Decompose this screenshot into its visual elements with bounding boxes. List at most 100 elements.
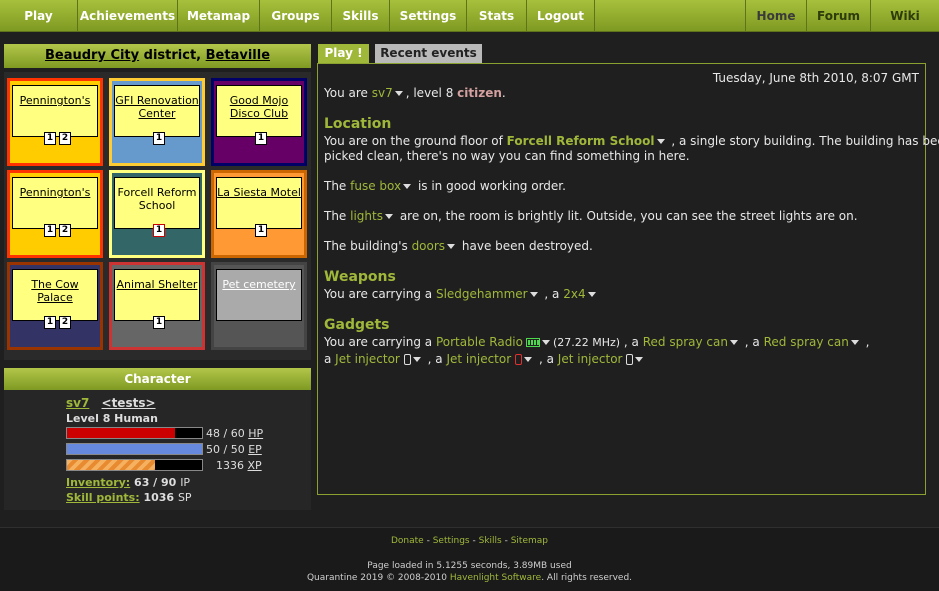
lights-link[interactable]: lights (350, 209, 383, 223)
2x4-link[interactable]: 2x4 (563, 287, 585, 301)
dropdown-caret-icon[interactable] (412, 356, 421, 362)
nav-achievements[interactable]: Achievements (78, 0, 178, 32)
dropdown-caret-icon[interactable] (850, 339, 859, 345)
footer: Donate - Settings - Skills - Sitemap Pag… (0, 527, 939, 591)
nav-stats[interactable]: Stats (467, 0, 527, 32)
nav-play[interactable]: Play (0, 0, 78, 32)
location-line-2: picked clean, there's no way you can fin… (324, 149, 690, 163)
nav-home[interactable]: Home (745, 0, 806, 32)
gadgets-title: Gadgets (324, 317, 390, 333)
footer-link-donate[interactable]: Donate (391, 536, 424, 546)
jet-injector-link-3[interactable]: Jet injector (558, 352, 623, 366)
footer-link-settings[interactable]: Settings (433, 536, 470, 546)
gadgets1-pre: You are carrying a (324, 335, 436, 349)
hp-bar-fill (67, 428, 175, 438)
xp-unit[interactable]: XP (248, 459, 262, 472)
building-name-link[interactable]: Good Mojo Disco Club (230, 94, 288, 120)
nav-forum[interactable]: Forum (806, 0, 870, 32)
map-cell[interactable]: Animal Shelter 1 (109, 262, 205, 350)
map-cell[interactable]: Pet cemetery (211, 262, 307, 350)
doors-link[interactable]: doors (412, 239, 446, 253)
district-header: Beaudry City district, Betaville (4, 44, 311, 68)
dropdown-caret-icon[interactable] (394, 90, 403, 96)
skill-points-value: 1036 (143, 491, 175, 504)
occupant-count-badge: 1 (44, 224, 56, 237)
dropdown-caret-icon[interactable] (447, 243, 456, 249)
group-tag-link[interactable]: <tests> (102, 396, 156, 410)
dropdown-caret-icon[interactable] (729, 339, 738, 345)
building-name-link[interactable]: The Cow Palace (31, 278, 78, 304)
xp-bar (66, 459, 203, 471)
doors-post: have been destroyed. (458, 239, 593, 253)
intro-pre: You are (324, 86, 372, 100)
gadgets1-sep2: , a (740, 335, 764, 349)
map-cell[interactable]: Pennington's 1 2 (7, 78, 103, 166)
building-name-link[interactable]: La Siesta Motel (217, 186, 301, 199)
occupant-count-badge: 1 (44, 316, 56, 329)
jet-injector-link-2[interactable]: Jet injector (446, 352, 511, 366)
sledgehammer-link[interactable]: Sledgehammer (436, 287, 528, 301)
dropdown-caret-icon[interactable] (656, 138, 665, 144)
spray-can-link-2[interactable]: Red spray can (764, 335, 849, 349)
xp-bar-fill (67, 460, 155, 470)
intro-line: You are sv7 , level 8 citizen. (324, 86, 506, 100)
havenlight-link[interactable]: Havenlight Software (450, 573, 541, 583)
xp-text: 1336 XP (216, 459, 262, 472)
dropdown-caret-icon[interactable] (385, 213, 393, 219)
dropdown-caret-icon[interactable] (587, 291, 596, 297)
portable-radio-link[interactable]: Portable Radio (436, 335, 523, 349)
ep-bar-fill (67, 444, 202, 454)
dropdown-caret-icon[interactable] (524, 356, 533, 362)
building-name-link[interactable]: Pet cemetery (222, 278, 295, 291)
building-box: Pet cemetery (216, 269, 302, 321)
spray-can-link-1[interactable]: Red spray can (643, 335, 728, 349)
building-name-link[interactable]: Forcell Reform School (118, 186, 197, 212)
dropdown-caret-icon[interactable] (529, 291, 538, 297)
footer-link-sitemap[interactable]: Sitemap (511, 536, 548, 546)
weapons-pre: You are carrying a (324, 287, 436, 301)
building-box: Pennington's (12, 177, 98, 229)
fuse-box-link[interactable]: fuse box (350, 179, 401, 193)
nav-groups[interactable]: Groups (260, 0, 332, 32)
footer-link-skills[interactable]: Skills (479, 536, 502, 546)
district-link[interactable]: Beaudry City (45, 48, 139, 63)
character-name-link[interactable]: sv7 (66, 396, 89, 410)
character-header: Character (4, 368, 311, 390)
dropdown-caret-icon[interactable] (403, 183, 412, 189)
tab-recent-events[interactable]: Recent events (375, 44, 482, 63)
skill-points-link[interactable]: Skill points: (66, 491, 140, 504)
jet-injector-link-1[interactable]: Jet injector (335, 352, 400, 366)
nav-wiki[interactable]: Wiki (870, 0, 939, 32)
inventory-link[interactable]: Inventory: (66, 476, 130, 489)
map-cell[interactable]: Pennington's 1 2 (7, 170, 103, 258)
nav-settings[interactable]: Settings (390, 0, 467, 32)
map-cell[interactable]: GFI Renovation Center 1 (109, 78, 205, 166)
gadgets2-sep2: , a (535, 352, 558, 366)
hp-unit[interactable]: HP (248, 427, 263, 440)
map-cell[interactable]: Good Mojo Disco Club 1 (211, 78, 307, 166)
nav-logout[interactable]: Logout (527, 0, 595, 32)
map-cell[interactable]: Forcell Reform School 1 (109, 170, 205, 258)
suburb-link[interactable]: Betaville (206, 48, 270, 63)
building-link[interactable]: Forcell Reform School (507, 134, 655, 148)
player-name-link[interactable]: sv7 (372, 86, 393, 100)
building-name-link[interactable]: GFI Renovation Center (115, 94, 199, 120)
building-name-link[interactable]: Pennington's (20, 186, 91, 199)
ep-unit[interactable]: EP (248, 443, 262, 456)
nav-metamap[interactable]: Metamap (178, 0, 260, 32)
dropdown-caret-icon[interactable] (635, 356, 644, 362)
radio-frequency: (27.22 MHz) (552, 336, 621, 349)
hp-text: 48 / 60 HP (206, 427, 263, 440)
nav-skills[interactable]: Skills (332, 0, 390, 32)
building-name-link[interactable]: Animal Shelter (117, 278, 198, 291)
gadgets1-post: , (861, 335, 870, 349)
tab-play[interactable]: Play ! (318, 44, 369, 63)
syringe-icon (626, 354, 634, 365)
map-cell[interactable]: The Cow Palace 1 2 (7, 262, 103, 350)
map-cell[interactable]: La Siesta Motel 1 (211, 170, 307, 258)
building-box: Good Mojo Disco Club (216, 85, 302, 137)
lights-post: are on, the room is brightly lit. Outsid… (396, 209, 858, 223)
fuse-box-line: The fuse box is in good working order. (324, 179, 566, 193)
dropdown-caret-icon[interactable] (541, 339, 550, 345)
building-name-link[interactable]: Pennington's (20, 94, 91, 107)
